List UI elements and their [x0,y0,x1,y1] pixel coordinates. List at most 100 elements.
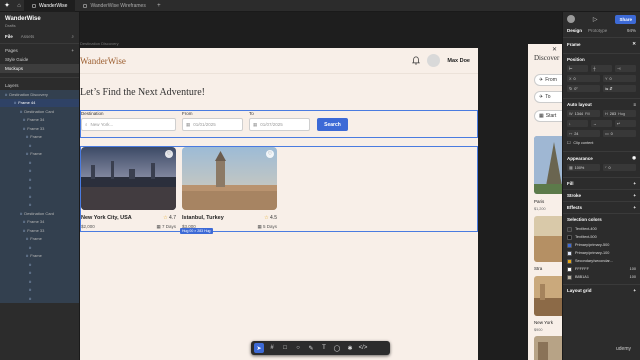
layer-item[interactable]: # [0,166,79,175]
favorite-icon[interactable]: ♡ [165,150,173,158]
ellipse-tool-icon[interactable]: ○ [293,343,303,353]
frame-tool-icon[interactable]: # [267,343,277,353]
destination-card-new-york[interactable]: ♡ New York City, USA ☆ 4.7 $2,000 ▦ 7 Da… [81,147,176,230]
code-tool-icon[interactable]: </> [358,343,368,353]
tab-wanderwise-wireframes[interactable]: WanderWise Wireframes [75,0,153,12]
favorite-icon[interactable]: ♡ [266,150,274,158]
brand-logo[interactable]: WanderWise [80,56,126,66]
color-swatch[interactable] [567,274,572,280]
flip-icons[interactable]: ⇋ ⇵ [603,85,636,92]
file-info[interactable]: WanderWise Drafts [0,12,79,30]
opacity-field[interactable]: ▦ 100% [567,164,600,171]
direction-down-icon[interactable]: ↓ [567,120,588,127]
layer-item[interactable]: # [0,285,79,294]
comment-tool-icon[interactable]: ◯ [332,343,342,353]
layer-item[interactable]: # [0,175,79,184]
page-mockups[interactable]: Mockups [0,64,79,73]
color-swatch[interactable] [567,266,572,272]
preview-to-pill[interactable]: ✈ To [534,91,562,103]
eye-icon[interactable]: ◉ [632,155,636,161]
frame-name-label[interactable]: Destination Discovery [80,41,119,46]
from-date-input[interactable]: ▦ 01/01/2025 [182,118,243,131]
tab-file[interactable]: File [5,34,13,39]
preview-card-stra[interactable] [534,216,562,262]
color-row[interactable]: Primary/primary-500 [567,241,636,249]
color-swatch[interactable] [567,234,572,240]
preview-card-paris[interactable] [534,136,562,194]
layer-item[interactable]: # Frame 44 [0,98,79,107]
width-field[interactable]: W 1344 Fill [567,110,600,117]
color-row[interactable]: Text/text-500 [567,233,636,241]
layer-item[interactable]: # [0,260,79,269]
close-preview-icon[interactable]: ✕ [552,46,557,53]
layer-item[interactable]: # Frame 33 [0,226,79,235]
color-row[interactable]: Secondary/secondar... [567,257,636,265]
layer-item[interactable]: # Frame [0,234,79,243]
add-grid-icon[interactable]: + [633,288,636,293]
height-field[interactable]: H 283 Hug [603,110,636,117]
figma-menu-icon[interactable]: ✦ [0,0,14,12]
frame-label[interactable]: Frame [567,42,581,47]
present-icon[interactable]: ▷ [593,16,598,23]
search-icon[interactable]: ⌕ [71,34,74,39]
layer-item[interactable]: # [0,200,79,209]
home-icon[interactable]: ⌂ [14,0,24,12]
destination-discovery-frame[interactable]: WanderWise Max Doe Let’s Find the Next A… [80,48,478,360]
avatar[interactable] [567,15,575,23]
preview-card-extra[interactable] [534,336,562,360]
layer-item[interactable]: # Frame [0,132,79,141]
color-row[interactable]: Primary/primary-100 [567,249,636,257]
prototype-preview[interactable]: Discover ✈ From ✈ To ▦ Start Paris $1,200 S… [528,44,562,360]
gap-field[interactable]: ⇿ 24 [567,130,600,137]
checkbox-icon[interactable]: ☐ [567,140,570,145]
y-field[interactable]: Y0 [603,75,636,82]
color-row[interactable]: FFFFFF 100 [567,265,636,273]
share-button[interactable]: Share [615,14,636,24]
color-swatch[interactable] [567,226,572,232]
page-style-guide[interactable]: Style Guide [0,55,79,64]
layer-item[interactable]: # Frame [0,251,79,260]
layer-item[interactable]: # Frame [0,149,79,158]
auto-layout-toggle-icon[interactable]: ≡ [633,102,636,107]
search-button[interactable]: Search [317,118,348,131]
x-field[interactable]: X0 [567,75,600,82]
color-row[interactable]: Text/text-400 [567,225,636,233]
direction-right-icon[interactable]: → [591,120,612,127]
text-tool-icon[interactable]: T [319,343,329,353]
to-date-input[interactable]: ▦ 01/07/2025 [249,118,310,131]
layer-item[interactable]: # Destination Card [0,107,79,116]
tab-design[interactable]: Design [567,28,582,33]
layer-item[interactable]: # [0,294,79,303]
add-fill-icon[interactable]: + [633,181,636,186]
tab-assets[interactable]: Assets [21,34,35,39]
destination-cards-row[interactable]: ♡ New York City, USA ☆ 4.7 $2,000 ▦ 7 Da… [80,146,478,232]
canvas[interactable]: Destination Discovery WanderWise Max Doe… [80,12,528,360]
tab-wanderwise[interactable]: WanderWise [24,0,76,12]
layer-item[interactable]: # [0,192,79,201]
layer-item[interactable]: # [0,243,79,252]
user-name[interactable]: Max Doe [447,58,470,64]
add-tab-icon[interactable]: + [154,0,164,12]
layer-item[interactable]: # Frame 34 [0,115,79,124]
destination-input[interactable]: ⌕ New York... [81,118,176,131]
color-swatch[interactable] [567,250,572,256]
add-page-icon[interactable]: + [71,48,74,53]
tab-prototype[interactable]: Prototype [588,28,607,33]
actions-tool-icon[interactable]: ✱ [345,343,355,353]
preview-start-pill[interactable]: ▦ Start [534,110,562,122]
layer-item[interactable]: # Destination Card [0,209,79,218]
layer-item[interactable]: # [0,183,79,192]
wrap-icon[interactable]: ↵ [615,120,636,127]
add-effect-icon[interactable]: + [633,205,636,210]
color-row[interactable]: B8B1A1 100 [567,273,636,281]
layer-item[interactable]: # [0,277,79,286]
color-swatch[interactable] [567,258,572,264]
bell-icon[interactable] [412,56,421,65]
destination-card-istanbul[interactable]: ♡ Istanbul, Turkey ☆ 4.5 $3,000 ▦ 5 Days [182,147,277,230]
layer-item[interactable]: # [0,141,79,150]
align-left-icon[interactable]: ⊢ [567,65,588,72]
move-tool-icon[interactable]: ➤ [254,343,264,353]
rotation-field[interactable]: ↻ 0° [567,85,600,92]
layer-item[interactable]: # Destination Discovery [0,90,79,99]
rectangle-tool-icon[interactable]: □ [280,343,290,353]
